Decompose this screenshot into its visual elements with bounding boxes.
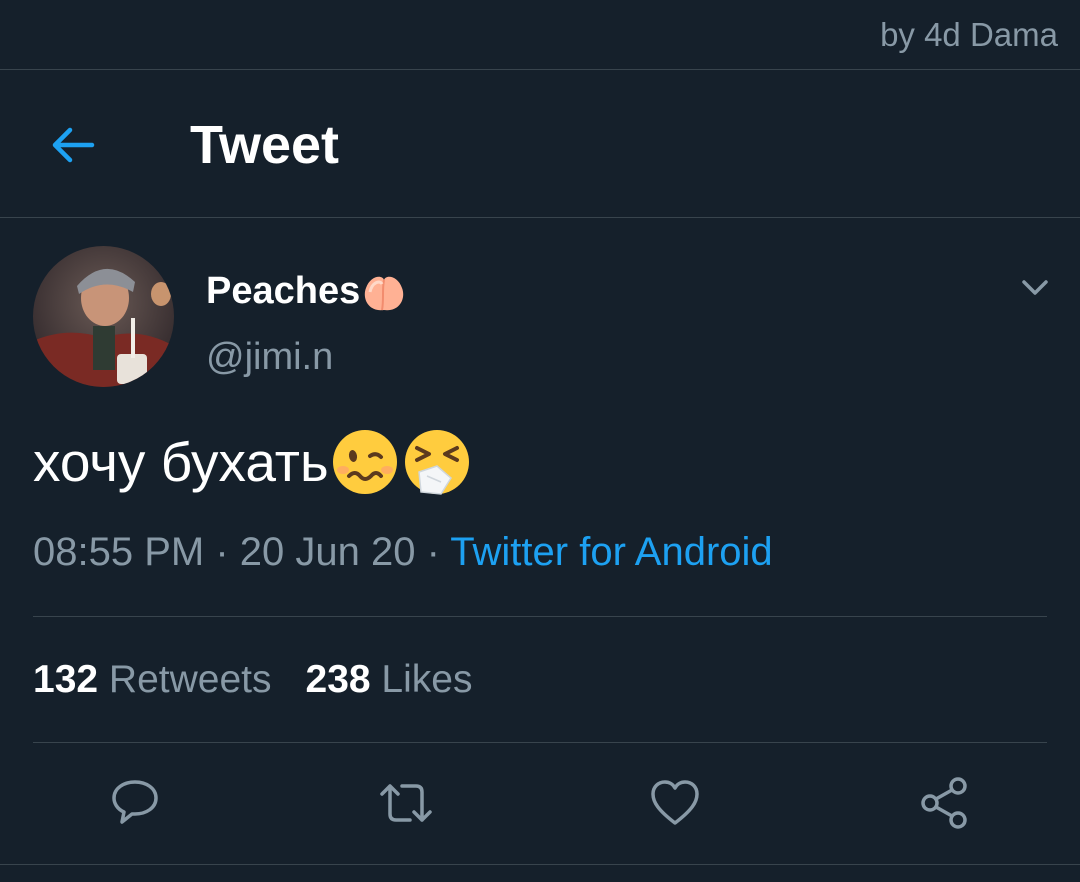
likes-stat[interactable]: 238 Likes <box>306 658 473 701</box>
chevron-down-icon[interactable] <box>1016 268 1054 306</box>
tweet-text: хочу бухать <box>33 426 473 498</box>
avatar-photo <box>33 246 174 387</box>
tweet-source-link[interactable]: Twitter for Android <box>450 530 772 574</box>
avatar[interactable] <box>33 246 174 387</box>
divider <box>33 742 1047 743</box>
display-name-text: Peaches <box>206 269 361 312</box>
tweet-text-body: хочу бухать <box>33 431 329 493</box>
display-name[interactable]: Peaches <box>206 268 408 314</box>
watermark: by 4d Dama <box>880 16 1058 53</box>
likes-label: Likes <box>381 658 473 701</box>
page-title: Tweet <box>190 115 340 175</box>
tweet-date: 20 Jun 20 <box>239 530 416 574</box>
header-divider <box>0 217 1080 218</box>
reply-icon <box>112 780 158 824</box>
woozy-face-emoji <box>332 430 397 494</box>
like-icon <box>651 780 699 825</box>
retweets-stat[interactable]: 132 Retweets <box>33 658 272 701</box>
meta-separator: · <box>204 530 240 574</box>
divider <box>0 864 1080 865</box>
retweets-label: Retweets <box>108 658 272 701</box>
tweet-meta: 08:55 PM · 20 Jun 20 · Twitter for Andro… <box>33 530 773 575</box>
reply-button[interactable] <box>108 776 162 830</box>
engagement-stats: 132 Retweets 238 Likes <box>33 658 472 702</box>
likes-count: 238 <box>305 658 371 701</box>
retweet-icon <box>380 784 432 822</box>
tweet-time: 08:55 PM <box>33 530 205 574</box>
sneezing-face-emoji <box>404 430 469 495</box>
share-icon <box>921 777 967 829</box>
arrow-left-icon <box>52 127 95 163</box>
peach-emoji <box>365 276 404 311</box>
meta-separator: · <box>415 530 451 574</box>
retweet-button[interactable] <box>376 776 432 830</box>
back-button[interactable] <box>48 120 98 170</box>
share-button[interactable] <box>918 776 972 830</box>
user-handle[interactable]: @jimi.n <box>206 336 333 379</box>
retweets-count: 132 <box>33 658 99 701</box>
like-button[interactable] <box>648 776 702 830</box>
header-bar: Tweet <box>0 70 1080 217</box>
divider <box>33 616 1047 617</box>
